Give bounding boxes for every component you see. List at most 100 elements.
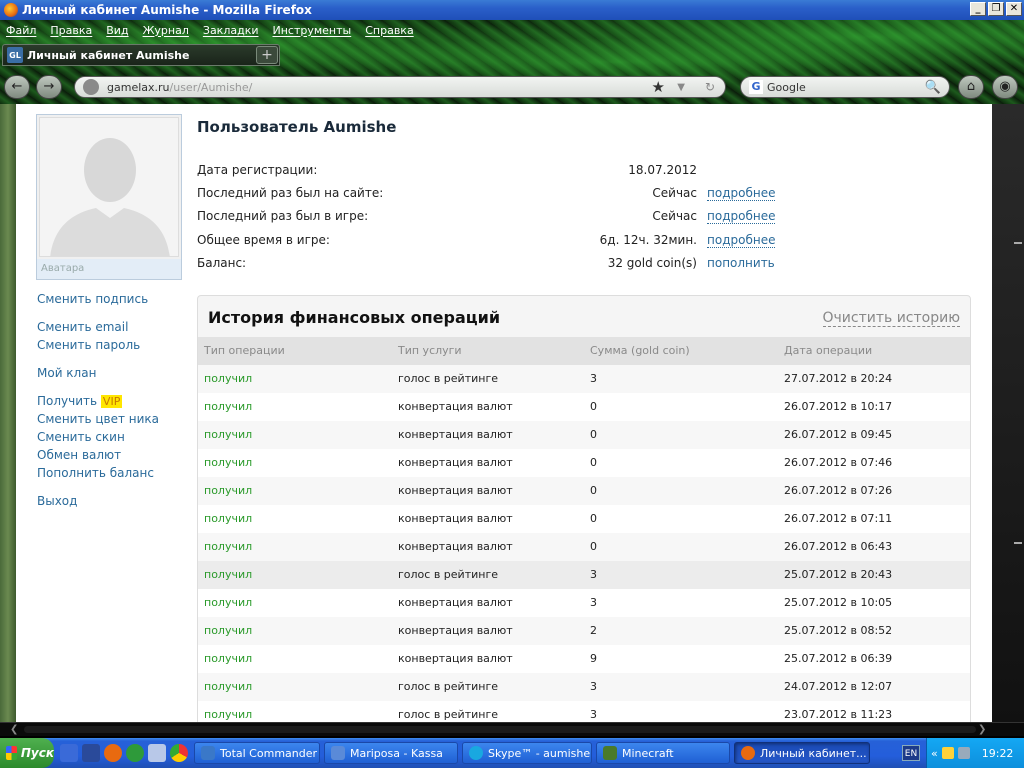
- taskbar-item-skype[interactable]: Skype™ - aumishe: [462, 742, 592, 764]
- menu-view[interactable]: Вид: [106, 24, 128, 37]
- clock[interactable]: 19:22: [982, 747, 1014, 760]
- google-icon[interactable]: G: [749, 80, 763, 94]
- table-row: получил голос в рейтинге 3 24.07.2012 в …: [198, 673, 970, 701]
- change-nick-color-link[interactable]: Сменить цвет ника: [37, 412, 159, 426]
- logout-link[interactable]: Выход: [37, 494, 77, 508]
- change-skin-link[interactable]: Сменить скин: [37, 430, 125, 444]
- taskbar-item-total-commander[interactable]: Total Commander ...: [194, 742, 320, 764]
- language-indicator[interactable]: EN: [902, 745, 920, 761]
- total-game-time-details-link[interactable]: подробнее: [707, 233, 776, 248]
- date-cell: 24.07.2012 в 12:07: [784, 680, 893, 693]
- operation-type-cell: получил: [204, 624, 253, 637]
- change-email-link[interactable]: Сменить email: [37, 320, 128, 334]
- last-seen-site-label: Последний раз был на сайте:: [197, 186, 384, 200]
- top-up-balance-link[interactable]: Пополнить баланс: [37, 466, 154, 480]
- scroll-right-arrow-icon[interactable]: ❯: [978, 723, 986, 736]
- page-title: Пользователь Aumishe: [197, 118, 397, 136]
- taskbar-item-label: Total Commander ...: [220, 746, 320, 760]
- registration-date-label: Дата регистрации:: [197, 163, 318, 177]
- background-mark: [1014, 242, 1022, 246]
- operation-type-cell: получил: [204, 540, 253, 553]
- vip-badge: VIP: [100, 395, 123, 408]
- get-vip-label: Получить: [37, 394, 98, 408]
- search-icon[interactable]: 🔍: [925, 80, 941, 95]
- menu-help[interactable]: Справка: [365, 24, 413, 37]
- table-row: получил конвертация валют 2 25.07.2012 в…: [198, 617, 970, 645]
- home-button[interactable]: ⌂: [958, 75, 984, 99]
- tray-app-icon[interactable]: [941, 747, 954, 759]
- scrollbar-track[interactable]: [24, 726, 976, 733]
- get-vip-link[interactable]: Получить VIP: [37, 394, 123, 408]
- date-cell: 23.07.2012 в 11:23: [784, 708, 893, 721]
- table-row: получил голос в рейтинге 3 27.07.2012 в …: [198, 365, 970, 393]
- close-button[interactable]: ✕: [1006, 2, 1022, 16]
- table-row: получил конвертация валют 0 26.07.2012 в…: [198, 505, 970, 533]
- avatar: Аватара: [36, 114, 182, 280]
- balance-row: Баланс: 32 gold coin(s) пополнить: [197, 256, 797, 274]
- menu-tools[interactable]: Инструменты: [273, 24, 352, 37]
- table-header: Тип операции Тип услуги Сумма (gold coin…: [198, 337, 970, 365]
- change-signature-link[interactable]: Сменить подпись: [37, 292, 148, 306]
- amount-cell: 0: [590, 484, 597, 497]
- window-title: Личный кабинет Aumishe - Mozilla Firefox: [22, 3, 312, 17]
- utorrent-icon[interactable]: [126, 744, 144, 762]
- horizontal-scrollbar[interactable]: ❮ ❯: [0, 722, 1024, 736]
- menu-bookmarks[interactable]: Закладки: [203, 24, 259, 37]
- date-cell: 25.07.2012 в 08:52: [784, 624, 893, 637]
- date-cell: 26.07.2012 в 07:26: [784, 484, 893, 497]
- firefox-launch-icon[interactable]: [104, 744, 122, 762]
- explorer-icon[interactable]: [60, 744, 78, 762]
- operation-type-cell: получил: [204, 652, 253, 665]
- table-row: получил конвертация валют 0 26.07.2012 в…: [198, 393, 970, 421]
- system-tray: « 19:22: [926, 738, 1024, 768]
- taskbar-item-minecraft[interactable]: Minecraft: [596, 742, 730, 764]
- last-seen-game-details-link[interactable]: подробнее: [707, 209, 776, 224]
- column-header-operation-type: Тип операции: [204, 344, 285, 357]
- forward-button[interactable]: →: [36, 75, 62, 99]
- scroll-left-arrow-icon[interactable]: ❮: [10, 723, 18, 736]
- currency-exchange-link[interactable]: Обмен валют: [37, 448, 121, 462]
- chrome-icon[interactable]: [170, 744, 188, 762]
- tab-active[interactable]: GL Личный кабинет Aumishe: [2, 44, 280, 66]
- menu-file[interactable]: Файл: [6, 24, 36, 37]
- bookmark-star-icon[interactable]: ★: [652, 78, 665, 96]
- service-type-cell: голос в рейтинге: [398, 708, 498, 721]
- new-tab-button[interactable]: +: [256, 46, 278, 64]
- maximize-button[interactable]: ❐: [988, 2, 1004, 16]
- url-host: gamelax.ru: [107, 80, 170, 94]
- eye-icon[interactable]: ◉: [992, 75, 1018, 99]
- taskbar-item-label: Skype™ - aumishe: [488, 746, 591, 760]
- save-icon[interactable]: [82, 744, 100, 762]
- my-clan-link[interactable]: Мой клан: [37, 366, 96, 380]
- back-button[interactable]: ←: [4, 75, 30, 99]
- amount-cell: 3: [590, 680, 597, 693]
- last-seen-site-details-link[interactable]: подробнее: [707, 186, 776, 201]
- reload-icon[interactable]: ↻: [705, 80, 715, 94]
- taskbar-item-firefox[interactable]: Личный кабинет...: [734, 742, 870, 764]
- finance-history-panel: История финансовых операций Очистить ист…: [197, 295, 971, 722]
- last-seen-game-label: Последний раз был в игре:: [197, 209, 369, 223]
- start-button[interactable]: Пуск: [0, 738, 54, 768]
- amount-cell: 9: [590, 652, 597, 665]
- operation-type-cell: получил: [204, 400, 253, 413]
- mariposa-icon: [331, 746, 345, 760]
- search-bar[interactable]: G Google 🔍: [740, 76, 950, 98]
- network-icon[interactable]: [957, 747, 970, 759]
- operation-type-cell: получил: [204, 428, 253, 441]
- taskbar-item-mariposa[interactable]: Mariposa - Kassa: [324, 742, 458, 764]
- change-password-link[interactable]: Сменить пароль: [37, 338, 140, 352]
- column-header-date: Дата операции: [784, 344, 873, 357]
- menu-history[interactable]: Журнал: [143, 24, 189, 37]
- operation-type-cell: получил: [204, 456, 253, 469]
- service-type-cell: конвертация валют: [398, 456, 513, 469]
- service-type-cell: конвертация валют: [398, 512, 513, 525]
- balance-top-up-link[interactable]: пополнить: [707, 256, 775, 270]
- url-history-dropdown-icon[interactable]: ▼: [677, 82, 685, 93]
- minimize-button[interactable]: _: [970, 2, 986, 16]
- menu-edit[interactable]: Правка: [50, 24, 92, 37]
- tray-expand-icon[interactable]: «: [931, 747, 938, 760]
- column-header-service-type: Тип услуги: [398, 344, 462, 357]
- notepad-icon[interactable]: [148, 744, 166, 762]
- clear-history-button[interactable]: Очистить историю: [822, 310, 960, 327]
- url-bar[interactable]: gamelax.ru/user/Aumishe/ ★ ▼ ↻: [74, 76, 726, 98]
